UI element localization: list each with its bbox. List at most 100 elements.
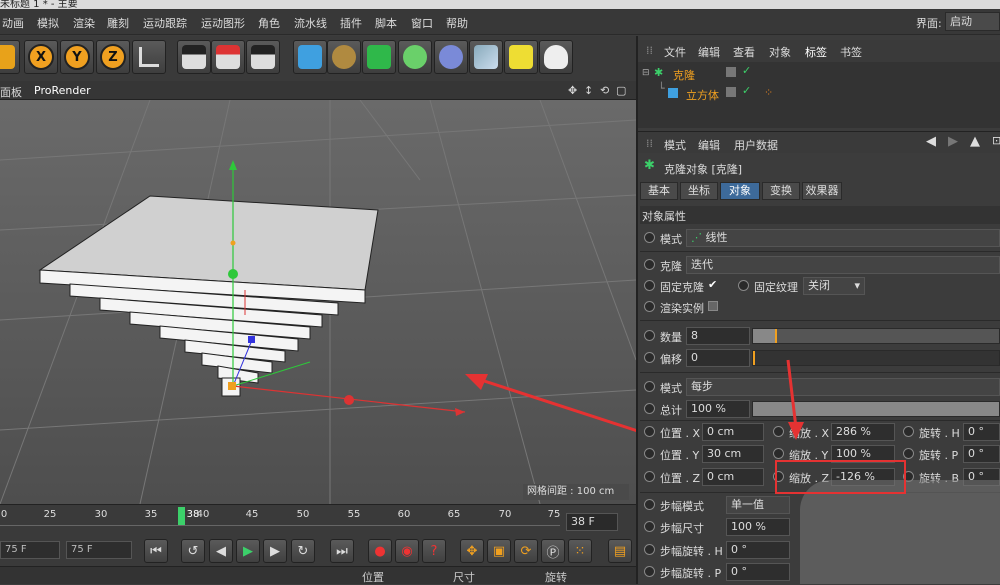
collapse-icon[interactable]: ⊟ bbox=[642, 68, 650, 78]
pla-key-button[interactable]: ⁙ bbox=[568, 539, 592, 563]
step-mode-select[interactable]: 单一值 bbox=[726, 496, 790, 514]
lock-icon[interactable]: ⊡ bbox=[992, 134, 1000, 147]
grip-icon[interactable]: ⁞⁞ bbox=[646, 137, 653, 150]
om-menu-file[interactable]: 文件 bbox=[664, 44, 686, 60]
floor-button[interactable] bbox=[469, 40, 503, 74]
mode-radio[interactable] bbox=[644, 232, 655, 243]
step-size-field[interactable]: 100 % bbox=[726, 518, 790, 536]
timeline[interactable]: 0 25 30 35 38 40 45 50 55 60 65 70 75 38… bbox=[0, 504, 636, 536]
previous-frame-button[interactable]: ◀ bbox=[209, 539, 233, 563]
subdivision-button[interactable] bbox=[362, 40, 396, 74]
tab-basic[interactable]: 基本 bbox=[640, 182, 678, 200]
3d-viewport[interactable]: 网格间距 : 100 cm bbox=[0, 100, 636, 504]
menu-simulate[interactable]: 模拟 bbox=[37, 15, 59, 31]
camera-button[interactable] bbox=[504, 40, 538, 74]
rotate-view-icon[interactable]: ⟲ bbox=[600, 84, 609, 97]
om-menu-object[interactable]: 对象 bbox=[769, 44, 791, 60]
next-frame-button[interactable]: ▶ bbox=[263, 539, 287, 563]
step-size-radio[interactable] bbox=[644, 521, 655, 532]
menu-window[interactable]: 窗口 bbox=[411, 15, 433, 31]
menu-script[interactable]: 脚本 bbox=[375, 15, 397, 31]
move-view-icon[interactable]: ✥ bbox=[568, 84, 577, 97]
object-name[interactable]: 立方体 bbox=[686, 87, 719, 103]
move-key-button[interactable]: ✥ bbox=[460, 539, 484, 563]
am-menu-user-data[interactable]: 用户数据 bbox=[734, 137, 778, 153]
tab-transform[interactable]: 变换 bbox=[762, 182, 800, 200]
menu-mograph[interactable]: 运动图形 bbox=[201, 15, 245, 31]
viewport-tab-prorender[interactable]: ProRender bbox=[34, 84, 91, 97]
step-mode-radio[interactable] bbox=[644, 499, 655, 510]
back-arrow-icon[interactable]: ◀ bbox=[926, 134, 936, 149]
tab-coordinates[interactable]: 坐标 bbox=[680, 182, 718, 200]
render-view-button[interactable] bbox=[177, 40, 211, 74]
fixed-clone-radio[interactable] bbox=[644, 280, 655, 291]
am-menu-mode[interactable]: 模式 bbox=[664, 137, 686, 153]
enabled-check-icon[interactable]: ✓ bbox=[742, 84, 751, 97]
rotate-key-button[interactable]: ⟳ bbox=[514, 539, 538, 563]
object-row-cloner[interactable]: ⊟ ✱ 克隆 ✓ bbox=[638, 64, 1000, 84]
fixed-texture-radio[interactable] bbox=[738, 280, 749, 291]
om-menu-tags[interactable]: 标签 bbox=[805, 44, 827, 60]
up-arrow-icon[interactable]: ▲ bbox=[970, 134, 980, 149]
coordinate-system-button[interactable] bbox=[132, 40, 166, 74]
next-key-button[interactable]: ↻ bbox=[291, 539, 315, 563]
preview-min-field[interactable]: 75 F bbox=[0, 541, 60, 559]
menu-help[interactable]: 帮助 bbox=[446, 15, 468, 31]
step-rot-p-field[interactable]: 0 ° bbox=[726, 563, 790, 581]
keyframe-selection-button[interactable]: ? bbox=[422, 539, 446, 563]
go-to-end-button[interactable]: ⏭ bbox=[330, 539, 354, 563]
menu-render[interactable]: 渲染 bbox=[73, 15, 95, 31]
x-axis-button[interactable]: X bbox=[24, 40, 58, 74]
menu-motion-tracking[interactable]: 运动跟踪 bbox=[143, 15, 187, 31]
menu-pipeline[interactable]: 流水线 bbox=[294, 15, 327, 31]
previous-key-button[interactable]: ↺ bbox=[181, 539, 205, 563]
pen-tool-button[interactable] bbox=[327, 40, 361, 74]
z-axis-button[interactable]: Z bbox=[96, 40, 130, 74]
object-row-cube[interactable]: └ 立方体 ✓ ⁘ bbox=[638, 82, 1000, 104]
scale-key-button[interactable]: ▣ bbox=[487, 539, 511, 563]
clone-select[interactable]: 迭代 bbox=[686, 256, 1000, 274]
film-strip-button[interactable]: ▤ bbox=[608, 539, 632, 563]
interface-select[interactable]: 启动 bbox=[945, 12, 1000, 31]
play-button[interactable]: ▶ bbox=[236, 539, 260, 563]
render-instance-radio[interactable] bbox=[644, 301, 655, 312]
maximize-view-icon[interactable]: ▢ bbox=[616, 84, 626, 97]
menu-plugins[interactable]: 插件 bbox=[340, 15, 362, 31]
param-key-button[interactable]: Ⓟ bbox=[541, 539, 565, 563]
step-rot-p-radio[interactable] bbox=[644, 566, 655, 577]
viewport-tab-panel[interactable]: 面板 bbox=[0, 84, 22, 100]
object-name[interactable]: 克隆 bbox=[673, 67, 695, 83]
mode-select[interactable]: ⋰ 线性 bbox=[686, 229, 1000, 247]
go-to-start-button[interactable]: ⏮ bbox=[144, 539, 168, 563]
om-menu-edit[interactable]: 编辑 bbox=[698, 44, 720, 60]
menu-animate[interactable]: 动画 bbox=[2, 15, 24, 31]
record-button[interactable]: ● bbox=[368, 539, 392, 563]
mograph-button[interactable] bbox=[398, 40, 432, 74]
layer-icon[interactable] bbox=[726, 67, 736, 77]
preview-max-field[interactable]: 75 F bbox=[66, 541, 132, 559]
menu-character[interactable]: 角色 bbox=[258, 15, 280, 31]
current-frame-field[interactable]: 38 F bbox=[566, 513, 618, 531]
cube-tool-button[interactable] bbox=[0, 40, 20, 74]
material-tag-icon[interactable]: ⁘ bbox=[764, 86, 773, 99]
autokey-button[interactable]: ◉ bbox=[395, 539, 419, 563]
forward-arrow-icon[interactable]: ▶ bbox=[948, 134, 958, 149]
tab-effectors[interactable]: 效果器 bbox=[802, 182, 842, 200]
render-picture-viewer-button[interactable] bbox=[211, 40, 245, 74]
step-rot-h-radio[interactable] bbox=[644, 544, 655, 555]
fixed-texture-select[interactable]: 关闭 ▾ bbox=[803, 277, 865, 295]
playhead[interactable] bbox=[178, 507, 185, 525]
am-menu-edit[interactable]: 编辑 bbox=[698, 137, 720, 153]
render-instance-checkbox[interactable] bbox=[708, 301, 718, 311]
grip-icon[interactable]: ⁞⁞ bbox=[646, 44, 653, 57]
zoom-view-icon[interactable]: ↕ bbox=[584, 84, 593, 97]
menu-sculpt[interactable]: 雕刻 bbox=[107, 15, 129, 31]
fixed-clone-checkbox[interactable]: ✔ bbox=[708, 278, 717, 291]
step-rot-h-field[interactable]: 0 ° bbox=[726, 541, 790, 559]
deformer-button[interactable] bbox=[434, 40, 468, 74]
om-menu-view[interactable]: 查看 bbox=[733, 44, 755, 60]
light-button[interactable] bbox=[539, 40, 573, 74]
tab-object[interactable]: 对象 bbox=[720, 182, 760, 200]
layer-icon[interactable] bbox=[726, 87, 736, 97]
render-settings-button[interactable] bbox=[246, 40, 280, 74]
